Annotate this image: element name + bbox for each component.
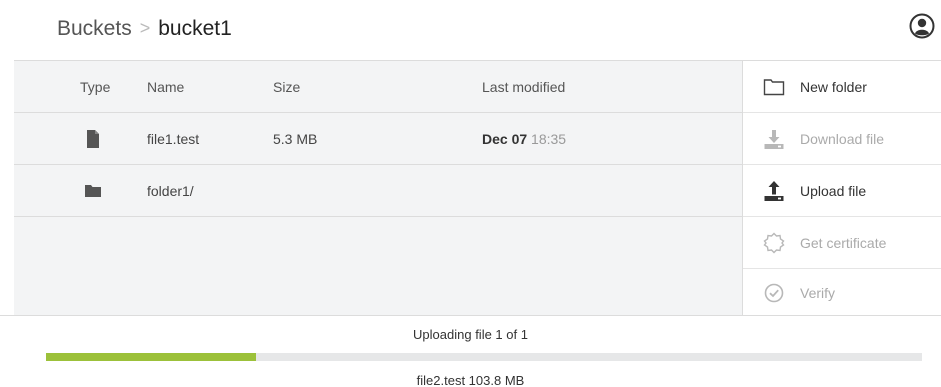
verify-button[interactable]: Verify <box>743 269 941 316</box>
column-header-name: Name <box>147 79 185 95</box>
breadcrumb-separator: > <box>139 17 151 38</box>
upload-icon <box>764 180 784 201</box>
download-file-button[interactable]: Download file <box>743 113 941 165</box>
file-table: Type Name Size Last modified file1.test … <box>14 60 742 315</box>
certificate-icon <box>763 232 785 253</box>
new-folder-label: New folder <box>800 78 867 95</box>
folder-name[interactable]: folder1/ <box>147 165 194 217</box>
verify-label: Verify <box>800 284 836 301</box>
get-certificate-label: Get certificate <box>800 234 887 251</box>
upload-file-button[interactable]: Upload file <box>743 165 941 217</box>
table-header: Type Name Size Last modified <box>14 61 742 113</box>
folder-outline-icon <box>763 78 785 95</box>
modified-time: 18:35 <box>531 131 567 147</box>
action-sidebar: New folder Download file Upload file Get… <box>742 60 941 315</box>
download-icon <box>764 129 784 149</box>
last-modified: Dec 07 18:35 <box>482 113 566 165</box>
column-header-size: Size <box>273 79 301 95</box>
table-row[interactable]: folder1/ <box>14 165 742 217</box>
user-circle-icon[interactable] <box>909 13 935 39</box>
file-size: 5.3 MB <box>273 131 318 147</box>
get-certificate-button[interactable]: Get certificate <box>743 217 941 269</box>
new-folder-button[interactable]: New folder <box>743 61 941 113</box>
breadcrumb: Buckets > bucket1 <box>57 17 232 41</box>
upload-status-panel: Uploading file 1 of 1 file2.test 103.8 M… <box>0 315 941 387</box>
folder-icon <box>85 185 101 197</box>
column-header-type: Type <box>80 79 111 95</box>
upload-status-text: Uploading file 1 of 1 <box>413 327 528 342</box>
check-circle-icon <box>764 283 784 302</box>
breadcrumb-current: bucket1 <box>158 17 232 40</box>
header: Buckets > bucket1 <box>0 0 941 60</box>
column-header-last-modified: Last modified <box>482 79 566 95</box>
upload-progress-fill <box>46 353 257 361</box>
modified-date: Dec 07 <box>482 131 528 147</box>
upload-file-label: Upload file <box>800 182 867 199</box>
upload-file-info: file2.test 103.8 MB <box>416 373 525 387</box>
breadcrumb-buckets-link[interactable]: Buckets <box>57 17 132 41</box>
table-row[interactable]: file1.test 5.3 MB Dec 07 18:35 <box>14 113 742 165</box>
file-icon <box>87 130 99 148</box>
download-file-label: Download file <box>800 130 885 147</box>
file-name[interactable]: file1.test <box>147 113 199 165</box>
upload-progress-bar <box>46 353 922 361</box>
